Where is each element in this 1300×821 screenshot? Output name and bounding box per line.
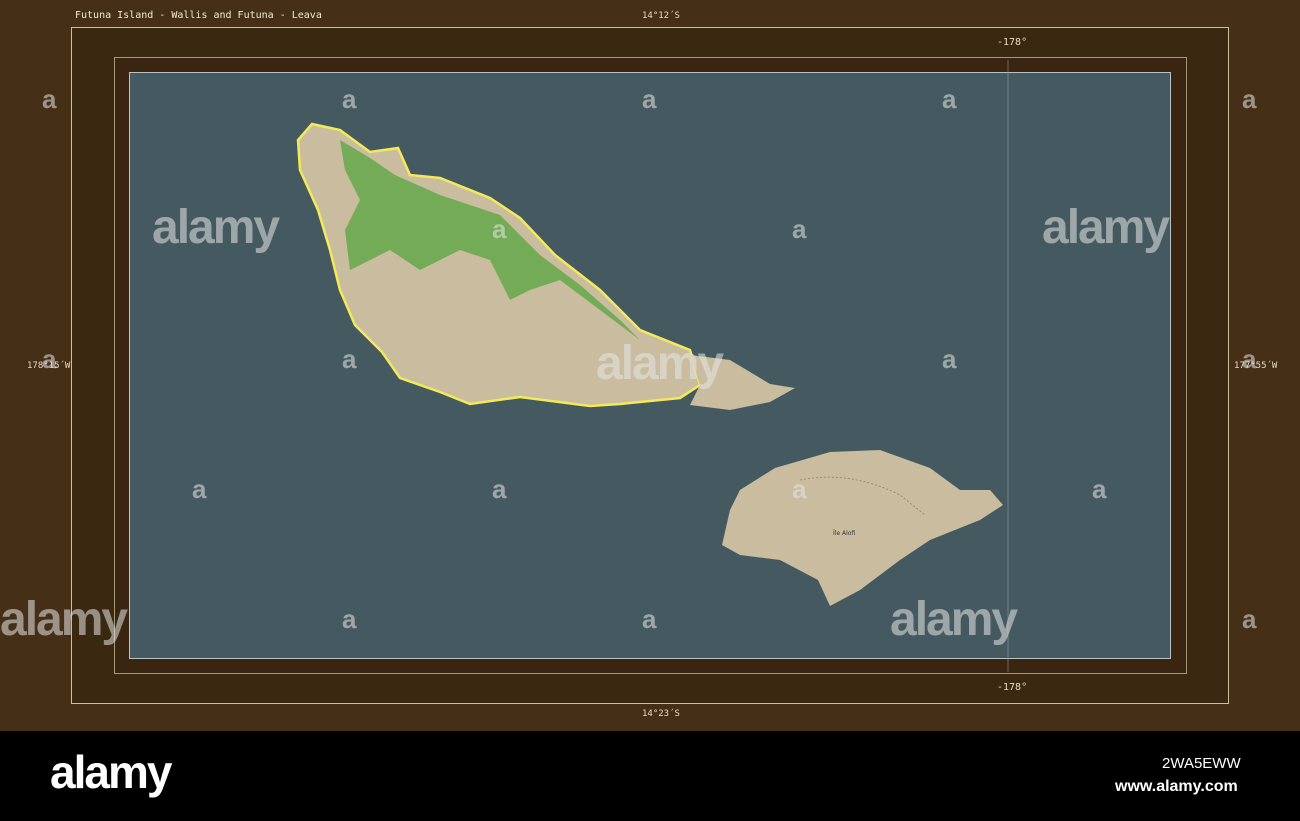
alofi-island	[722, 450, 1003, 606]
watermark-logo: alamy	[890, 593, 1018, 646]
watermark-a: a	[42, 84, 57, 114]
watermark-logo: alamy	[1042, 201, 1170, 254]
watermark-a: a	[492, 474, 507, 504]
footer-url[interactable]: www.alamy.com	[1115, 778, 1238, 796]
watermark-a: a	[1242, 604, 1257, 634]
place-label: Île Alofi	[833, 530, 855, 537]
watermark-a: a	[342, 344, 357, 374]
watermark-a: a	[1242, 344, 1257, 374]
watermark-a: a	[492, 214, 507, 244]
watermark-a: a	[642, 604, 657, 634]
watermark-a: a	[342, 604, 357, 634]
footer-logo[interactable]: alamy	[50, 745, 172, 799]
watermark-logo: alamy	[0, 593, 128, 646]
watermark-a: a	[942, 84, 957, 114]
image-id: 2WA5EWW	[1162, 755, 1241, 772]
watermark-logo: alamy	[596, 337, 724, 390]
watermark-a: a	[42, 344, 57, 374]
watermark-a: a	[942, 344, 957, 374]
watermark-a: a	[342, 84, 357, 114]
watermark-a: a	[192, 474, 207, 504]
watermark-a: a	[642, 84, 657, 114]
footer-bar	[0, 731, 1300, 821]
watermark-a: a	[1092, 474, 1107, 504]
watermark-a: a	[792, 214, 807, 244]
watermark-a: a	[1242, 84, 1257, 114]
watermark-a: a	[792, 474, 807, 504]
watermark-logo: alamy	[152, 201, 280, 254]
